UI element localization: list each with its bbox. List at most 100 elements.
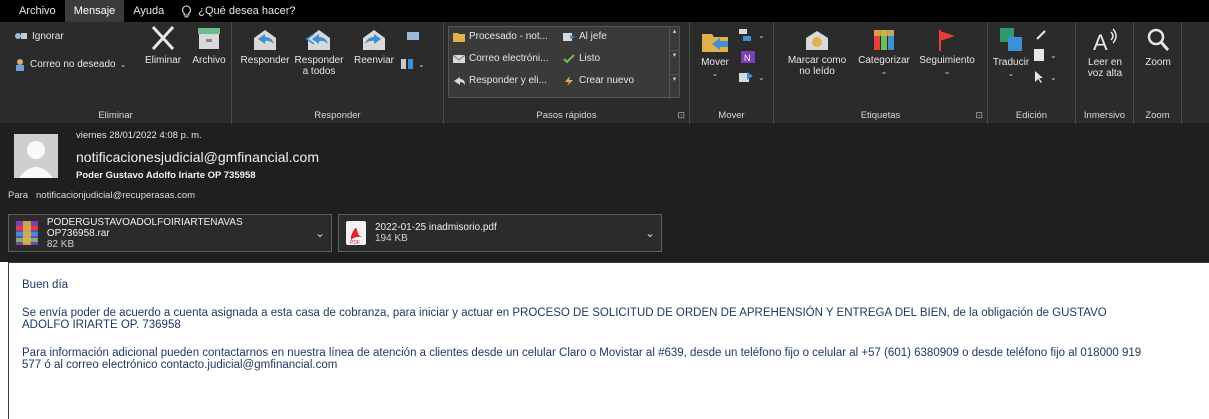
dialog-launcher-icon[interactable]: ⊡: [677, 110, 685, 121]
more-respond-dropdown[interactable]: ⌄: [400, 58, 425, 70]
find-icon: [1036, 30, 1046, 40]
checkmark-icon: [563, 53, 575, 63]
message-body: Buen día Se envía poder de acuerdo a cue…: [8, 262, 1209, 419]
person-icon: [19, 141, 53, 178]
chevron-down-icon[interactable]: ⌄: [645, 226, 655, 240]
junk-button[interactable]: Correo no deseado ⌄: [14, 58, 126, 71]
reply-icon: [254, 30, 276, 50]
message-subject: Poder Gustavo Adolfo Iriarte OP 735958: [76, 170, 256, 181]
rules-button[interactable]: ⌄: [738, 28, 765, 42]
reply-label: Responder: [240, 55, 290, 66]
actions-icon: [739, 72, 753, 82]
quick-step-reply-delete[interactable]: Responder y eli...: [453, 75, 547, 86]
svg-text:PDF: PDF: [350, 240, 360, 246]
quick-steps-scroll[interactable]: ▴ ▾ ▾: [669, 27, 679, 99]
quick-step-label: Listo: [579, 53, 601, 64]
forward-to-icon: [563, 32, 575, 41]
ribbon: Ignorar Correo no deseado ⌄ Eliminar Arc…: [0, 22, 1209, 124]
categorize-icon: [874, 30, 894, 50]
find-button[interactable]: [1034, 28, 1048, 42]
zoom-button[interactable]: Zoom: [1138, 26, 1178, 68]
tell-me-label: ¿Qué desea hacer?: [198, 5, 296, 17]
forward-button[interactable]: Reenviar: [350, 26, 398, 66]
onenote-button[interactable]: N: [740, 50, 756, 64]
follow-up-button[interactable]: Seguimiento ⌄: [916, 28, 978, 77]
onenote-icon: N: [741, 51, 755, 63]
quick-step-manager[interactable]: Al jefe: [563, 31, 607, 42]
related-button[interactable]: ⌄: [1032, 48, 1057, 62]
group-label-mover: Mover: [718, 110, 745, 121]
body-paragraph-2-line-2: 577 ó al correo electrónico contacto.jud…: [22, 359, 338, 371]
document-icon: [1034, 49, 1044, 61]
reply-all-button[interactable]: Responder a todos: [294, 26, 344, 77]
group-zoom: Zoom Zoom: [1134, 22, 1182, 124]
mark-unread-button[interactable]: Marcar como no leído: [786, 28, 848, 77]
avatar: [14, 134, 58, 178]
translate-button[interactable]: Traducir ⌄: [992, 26, 1030, 79]
group-label-inmersivo: Inmersivo: [1083, 110, 1126, 121]
attachment-size: 82 KB: [46, 238, 75, 250]
attachment-name: PODERGUSTAVOADOLFOIRIARTENAVAS OP736958.…: [46, 216, 243, 239]
mark-unread-label-1: Marcar como: [787, 55, 847, 66]
chevron-down-icon: ⌄: [1050, 72, 1057, 82]
delete-button[interactable]: Eliminar: [140, 24, 186, 66]
attachment-size: 194 KB: [375, 233, 408, 244]
attachment-name: 2022-01-25 inadmisorio.pdf: [375, 222, 497, 233]
ignore-label: Ignorar: [32, 30, 64, 42]
move-button[interactable]: Mover ⌄: [698, 26, 732, 79]
pdf-file-icon: PDF: [346, 221, 366, 246]
reply-button[interactable]: Responder: [240, 26, 290, 66]
reply-all-label-2: a todos: [302, 66, 336, 77]
quick-step-label: Correo electróni...: [469, 53, 549, 64]
follow-up-label: Seguimiento: [919, 55, 975, 66]
lightning-icon: [565, 75, 573, 86]
archive-button[interactable]: Archivo: [188, 24, 230, 66]
categorize-label: Categorizar: [858, 55, 910, 66]
attachment-rar[interactable]: PODERGUSTAVOADOLFOIRIARTENAVAS OP736958.…: [8, 214, 332, 252]
quick-step-create-new[interactable]: Crear nuevo: [563, 75, 634, 86]
sender-address[interactable]: notificacionesjudicial@gmfinancial.com: [76, 149, 319, 165]
tell-me-search[interactable]: ¿Qué desea hacer?: [173, 0, 296, 22]
attachment-pdf[interactable]: PDF 2022-01-25 inadmisorio.pdf 194 KB ⌄: [338, 214, 662, 252]
message-header: viernes 28/01/2022 4:08 p. m. notificaci…: [0, 124, 1209, 208]
categorize-button[interactable]: Categorizar ⌄: [856, 28, 912, 77]
scroll-up-icon[interactable]: ▴: [670, 27, 679, 51]
junk-label: Correo no deseado: [30, 59, 116, 70]
translate-icon: [1000, 28, 1022, 51]
gallery-expand-icon[interactable]: ▾: [670, 75, 679, 99]
group-mover: Mover ⌄ ⌄ N ⌄ Mover: [690, 22, 774, 124]
to-label: Para: [8, 190, 29, 201]
magnifier-icon: [1147, 28, 1170, 51]
group-edicion: Traducir ⌄ ⌄ ⌄ Edición: [988, 22, 1076, 124]
svg-text:N: N: [744, 53, 751, 63]
scroll-down-icon[interactable]: ▾: [670, 51, 679, 75]
quick-step-done[interactable]: Listo: [563, 53, 600, 64]
quick-step-processed[interactable]: Procesado - not...: [453, 31, 548, 42]
mark-unread-label-2: no leído: [799, 66, 835, 77]
tab-mensaje[interactable]: Mensaje: [64, 0, 125, 22]
actions-button[interactable]: ⌄: [738, 70, 765, 84]
zoom-label: Zoom: [1145, 57, 1171, 68]
recipient-address[interactable]: notificacionjudicial@recuperasas.com: [36, 190, 195, 201]
move-label: Mover: [701, 57, 729, 68]
read-aloud-icon: A: [1093, 28, 1117, 54]
delete-x-icon: [151, 25, 175, 51]
ignore-button[interactable]: Ignorar: [14, 30, 64, 42]
chevron-down-icon[interactable]: ⌄: [315, 226, 325, 240]
tab-ayuda[interactable]: Ayuda: [124, 0, 173, 22]
group-label-etiquetas: Etiquetas: [860, 110, 901, 121]
body-paragraph-1-line-1: Se envía poder de acuerdo a cuenta asign…: [22, 307, 1107, 319]
read-aloud-label-2: voz alta: [1087, 68, 1123, 79]
read-aloud-button[interactable]: A Leer en voz alta: [1082, 26, 1128, 79]
attachment-info: PODERGUSTAVOADOLFOIRIARTENAVAS OP736958.…: [47, 217, 307, 250]
tab-archivo[interactable]: Archivo: [10, 0, 65, 22]
select-button[interactable]: ⌄: [1032, 70, 1057, 84]
more-respond-button[interactable]: [406, 30, 420, 42]
translate-label: Traducir: [992, 57, 1030, 68]
chevron-down-icon: ⌄: [758, 30, 765, 40]
quick-step-email[interactable]: Correo electróni...: [453, 53, 548, 64]
cursor-icon: [1035, 71, 1043, 83]
dialog-launcher-icon[interactable]: ⊡: [975, 110, 983, 121]
envelope-icon: [453, 54, 465, 63]
chevron-down-icon: ⌄: [711, 69, 719, 78]
